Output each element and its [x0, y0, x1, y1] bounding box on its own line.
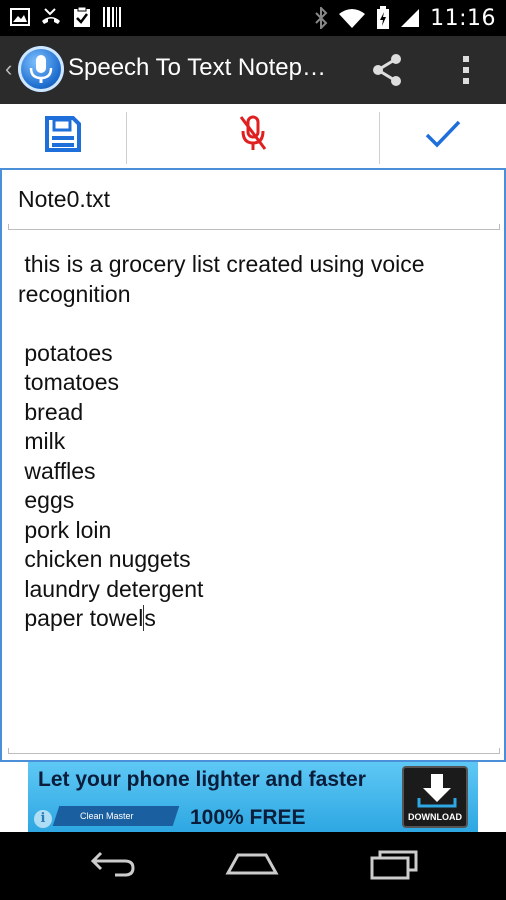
ad-download-label: DOWNLOAD: [408, 812, 462, 822]
recent-apps-icon: [368, 848, 420, 885]
app-title: Speech To Text Notep…: [68, 54, 326, 81]
image-icon: [10, 8, 30, 26]
microphone-toggle-button[interactable]: [127, 104, 379, 168]
note-editor: Note0.txt this is a grocery list created…: [0, 168, 506, 762]
ad-strip: Let your phone lighter and faster i Clea…: [0, 762, 506, 832]
bluetooth-icon: [314, 7, 328, 29]
ad-banner[interactable]: Let your phone lighter and faster i Clea…: [28, 762, 478, 832]
ad-headline: Let your phone lighter and faster: [38, 768, 366, 791]
filename-field[interactable]: Note0.txt: [18, 186, 110, 213]
checkmark-icon: [425, 119, 461, 154]
save-icon: [45, 115, 81, 157]
ad-download-button[interactable]: DOWNLOAD: [402, 766, 468, 828]
note-body-text: this is a grocery list created using voi…: [18, 251, 425, 631]
overflow-menu-icon[interactable]: [454, 52, 478, 88]
filename-underline: [8, 224, 500, 230]
app-microphone-icon[interactable]: [18, 46, 64, 92]
missed-call-icon: [40, 7, 62, 27]
back-icon: [87, 849, 137, 884]
navigation-bar: [0, 832, 506, 900]
body-underline: [8, 748, 500, 754]
done-button[interactable]: [380, 104, 506, 168]
editor-toolbar: [0, 104, 506, 168]
status-bar: 11:16: [0, 0, 506, 36]
back-button[interactable]: [82, 846, 142, 886]
mic-off-icon: [238, 115, 268, 158]
action-bar: ‹ Speech To Text Notep…: [0, 36, 506, 104]
home-button[interactable]: [222, 846, 282, 886]
up-caret-icon[interactable]: ‹: [5, 56, 12, 82]
clock: 11:16: [430, 5, 496, 31]
share-icon[interactable]: [368, 52, 408, 88]
ad-subline: 100% FREE: [190, 806, 306, 829]
barcode-icon: [102, 6, 122, 28]
signal-icon: [400, 8, 420, 28]
ad-brand-label: Clean Master: [80, 811, 134, 821]
save-button[interactable]: [0, 104, 126, 168]
clipboard-check-icon: [72, 6, 92, 28]
note-body-text-after-cursor: s: [144, 605, 156, 631]
recent-apps-button[interactable]: [364, 846, 424, 886]
home-icon: [224, 849, 280, 884]
battery-charging-icon: [376, 6, 390, 30]
note-body-textarea[interactable]: this is a grocery list created using voi…: [18, 250, 488, 634]
download-icon: [417, 774, 457, 808]
wifi-icon: [338, 7, 366, 29]
ad-brand-badge: Clean Master: [52, 806, 180, 826]
ad-info-icon[interactable]: i: [34, 810, 52, 828]
